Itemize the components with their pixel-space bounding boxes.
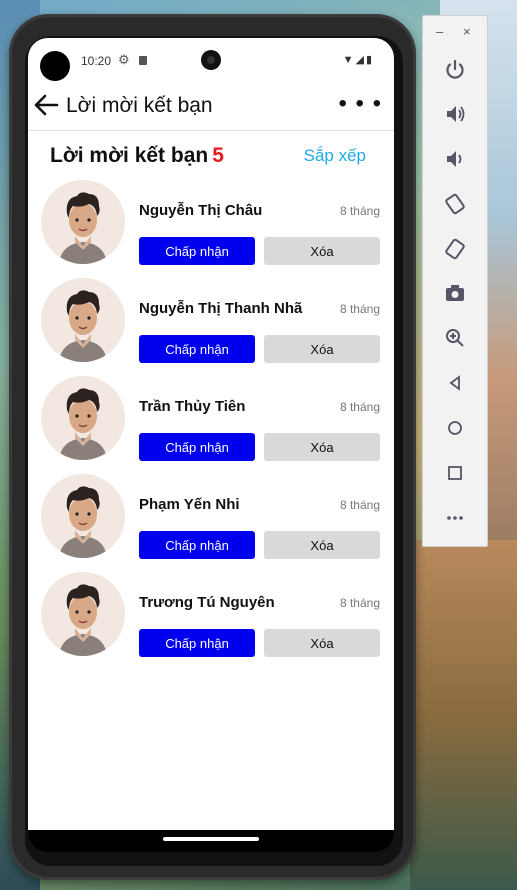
home-gesture-bar[interactable] bbox=[163, 837, 259, 841]
power-icon[interactable] bbox=[441, 56, 469, 84]
page-title: Lời mời kết bạn bbox=[66, 94, 213, 117]
desktop-wallpaper-bottom bbox=[410, 540, 517, 890]
requester-name[interactable]: Trương Tú Nguyên bbox=[139, 594, 275, 611]
volume-up-icon[interactable] bbox=[441, 100, 469, 128]
rotate-right-icon[interactable] bbox=[441, 235, 469, 263]
request-time: 8 tháng bbox=[339, 400, 380, 414]
delete-button[interactable]: Xóa bbox=[264, 433, 380, 461]
requester-name[interactable]: Nguyễn Thị Thanh Nhã bbox=[139, 300, 302, 317]
avatar[interactable] bbox=[41, 572, 125, 656]
emulator-toolbar: – × bbox=[422, 15, 488, 547]
friend-request-item: Trần Thủy Tiên 8 tháng Chấp nhận Xóa bbox=[28, 376, 394, 474]
accept-button[interactable]: Chấp nhận bbox=[139, 237, 255, 265]
delete-button[interactable]: Xóa bbox=[264, 629, 380, 657]
request-time: 8 tháng bbox=[339, 596, 380, 610]
requests-count: 5 bbox=[212, 144, 224, 167]
sd-card-icon bbox=[139, 56, 147, 65]
volume-down-icon[interactable] bbox=[441, 145, 469, 173]
emulator-window-controls: – × bbox=[423, 24, 487, 42]
delete-button[interactable]: Xóa bbox=[264, 237, 380, 265]
settings-status-icon: ⚙ bbox=[118, 52, 130, 67]
accept-button[interactable]: Chấp nhận bbox=[139, 335, 255, 363]
accept-button[interactable]: Chấp nhận bbox=[139, 629, 255, 657]
more-options-icon[interactable]: • • • bbox=[338, 90, 382, 118]
avatar[interactable] bbox=[41, 278, 125, 362]
requests-heading-label: Lời mời kết bạn bbox=[50, 144, 209, 167]
avatar[interactable] bbox=[41, 376, 125, 460]
camera-icon[interactable] bbox=[441, 279, 469, 307]
requester-name[interactable]: Trần Thủy Tiên bbox=[139, 398, 245, 415]
delete-button[interactable]: Xóa bbox=[264, 335, 380, 363]
requester-name[interactable]: Phạm Yến Nhi bbox=[139, 496, 240, 513]
request-time: 8 tháng bbox=[339, 204, 380, 218]
overview-icon[interactable] bbox=[441, 459, 469, 487]
app-bar: Lời mời kết bạn • • • bbox=[28, 80, 394, 131]
delete-button[interactable]: Xóa bbox=[264, 531, 380, 559]
system-nav-bar bbox=[28, 830, 394, 852]
front-camera bbox=[201, 50, 221, 70]
status-bar: 10:20 ⚙ ▼◢▮ bbox=[28, 38, 394, 81]
requests-heading: Lời mời kết bạn 5 bbox=[50, 144, 224, 168]
rotate-left-icon[interactable] bbox=[441, 190, 469, 218]
friend-request-item: Nguyễn Thị Châu 8 tháng Chấp nhận Xóa bbox=[28, 180, 394, 278]
accept-button[interactable]: Chấp nhận bbox=[139, 531, 255, 559]
avatar[interactable] bbox=[41, 474, 125, 558]
zoom-icon[interactable] bbox=[441, 324, 469, 352]
notification-dot bbox=[40, 51, 70, 81]
friend-request-item: Nguyễn Thị Thanh Nhã 8 tháng Chấp nhận X… bbox=[28, 278, 394, 376]
avatar[interactable] bbox=[41, 180, 125, 264]
requester-name[interactable]: Nguyễn Thị Châu bbox=[139, 202, 262, 219]
request-time: 8 tháng bbox=[339, 302, 380, 316]
status-time: 10:20 bbox=[81, 54, 112, 68]
request-time: 8 tháng bbox=[339, 498, 380, 512]
home-icon[interactable] bbox=[441, 414, 469, 442]
close-button[interactable]: × bbox=[463, 24, 471, 39]
back-icon[interactable] bbox=[441, 369, 469, 397]
sort-button[interactable]: Sắp xếp bbox=[304, 146, 366, 166]
signal-battery-icon: ▼◢▮ bbox=[342, 54, 374, 66]
back-arrow-icon[interactable] bbox=[33, 93, 59, 117]
phone-screen: 10:20 ⚙ ▼◢▮ Lời mời kết bạn • • • Lời mờ… bbox=[28, 38, 394, 830]
minimize-button[interactable]: – bbox=[436, 24, 443, 39]
friend-request-item: Phạm Yến Nhi 8 tháng Chấp nhận Xóa bbox=[28, 474, 394, 572]
friend-request-item: Trương Tú Nguyên 8 tháng Chấp nhận Xóa bbox=[28, 572, 394, 670]
accept-button[interactable]: Chấp nhận bbox=[139, 433, 255, 461]
more-icon[interactable] bbox=[441, 504, 469, 532]
